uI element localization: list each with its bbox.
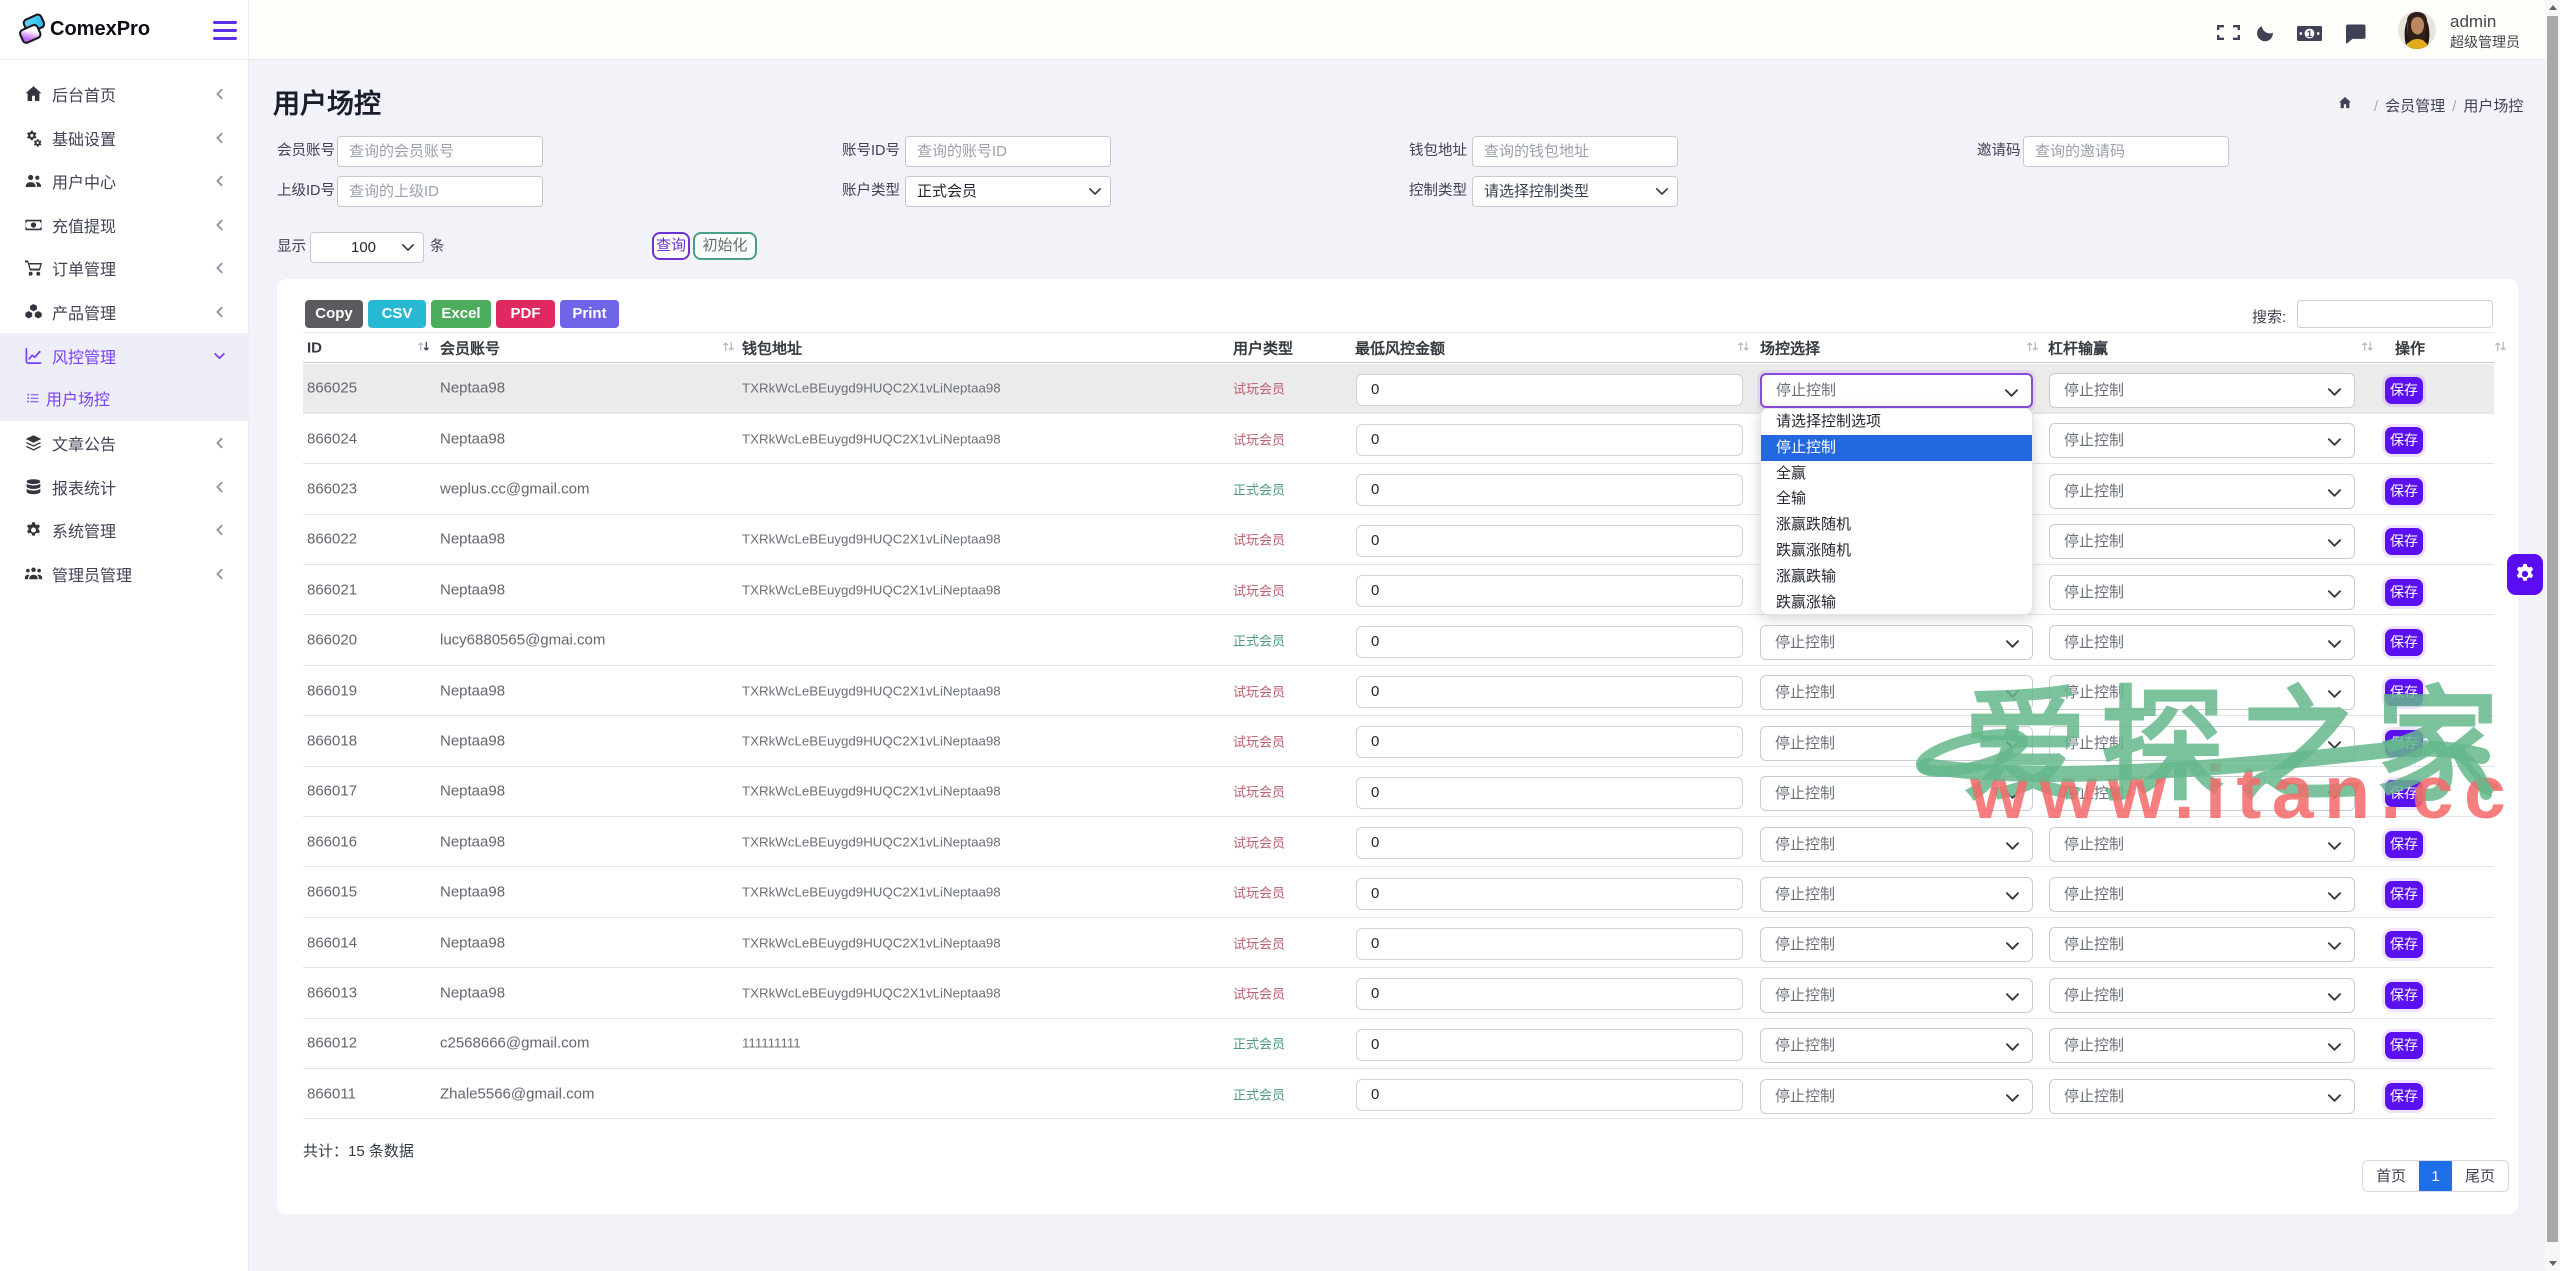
svg-text:1: 1 bbox=[2307, 29, 2313, 40]
